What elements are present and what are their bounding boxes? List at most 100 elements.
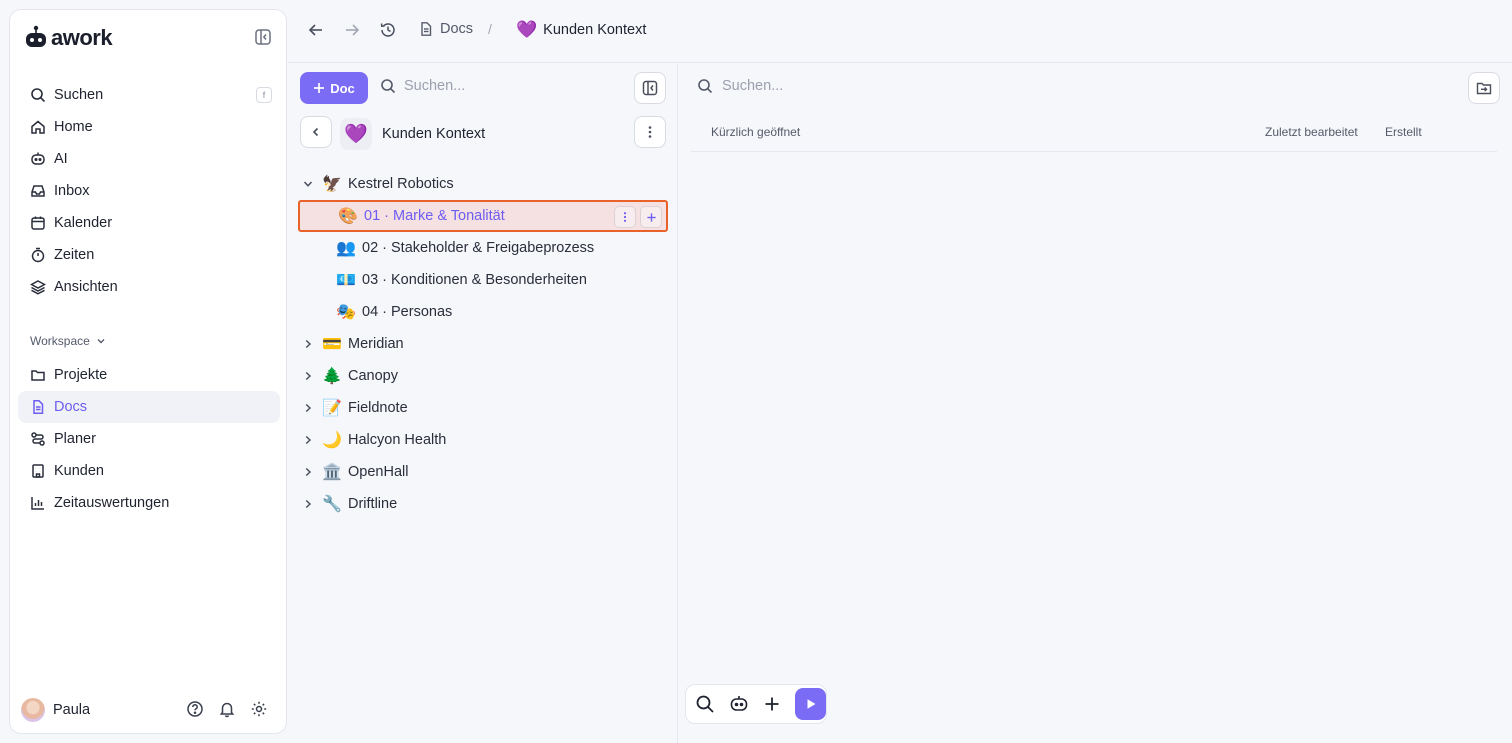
nav-item-suchen[interactable]: Suchen f (18, 79, 280, 111)
item-emoji: 💳 (322, 336, 342, 353)
item-label: Halcyon Health (348, 432, 447, 448)
nav-item-zeitauswertungen[interactable]: Zeitauswertungen (18, 487, 280, 519)
column-edited[interactable]: Zuletzt bearbeitet (1265, 125, 1358, 139)
collapse-sidebar-button[interactable] (254, 28, 274, 48)
chevron-right-icon[interactable] (298, 402, 318, 414)
nav-label: Docs (54, 399, 88, 415)
plus-icon (646, 212, 656, 222)
nav-item-home[interactable]: Home (18, 111, 280, 143)
chevron-down-icon[interactable] (298, 178, 318, 190)
item-label: OpenHall (348, 464, 409, 480)
nav-item-planer[interactable]: Planer (18, 423, 280, 455)
search-icon (698, 79, 713, 94)
nav-label: Inbox (54, 183, 90, 199)
nav-item-zeiten[interactable]: Zeiten (18, 239, 280, 271)
item-label: 02 · Stakeholder & Freigabeprozess (362, 240, 595, 256)
inbox-icon (31, 185, 45, 197)
help-button[interactable] (186, 700, 204, 718)
notifications-button[interactable] (218, 700, 236, 718)
breadcrumb-docs[interactable]: Docs (418, 21, 473, 37)
tree-item-marke-tonalitaet[interactable]: 🎨 01 · Marke & Tonalität (298, 200, 668, 232)
bell-icon (219, 702, 235, 718)
main-search-input[interactable] (722, 78, 922, 94)
row-add-button[interactable] (640, 206, 662, 228)
tree-item-canopy[interactable]: 🌲 Canopy (298, 360, 668, 392)
nav-item-ansichten[interactable]: Ansichten (18, 271, 280, 303)
docs-tree-panel: Doc 💜 Kunden Kontext 🦅 Kestrel Robotics … (288, 64, 678, 743)
breadcrumb-separator: / (488, 21, 492, 37)
arrow-right-icon (346, 24, 360, 36)
settings-button[interactable] (250, 700, 268, 718)
chevron-left-icon (312, 127, 319, 137)
chevron-right-icon[interactable] (298, 370, 318, 382)
history-button[interactable] (379, 21, 397, 39)
column-recent[interactable]: Kürzlich geöffnet (711, 125, 800, 139)
tree-item-halcyon-health[interactable]: 🌙 Halcyon Health (298, 424, 668, 456)
folder-move-icon (1476, 82, 1492, 95)
building-icon (32, 464, 44, 478)
chevron-right-icon[interactable] (298, 338, 318, 350)
item-emoji: 📝 (322, 400, 342, 417)
row-more-button[interactable] (614, 206, 636, 228)
folder-header: 💜 Kunden Kontext (340, 118, 485, 150)
row-actions (614, 206, 662, 228)
chevron-right-icon[interactable] (298, 466, 318, 478)
user-profile[interactable]: Paula (21, 698, 90, 722)
workspace-toggle[interactable]: Workspace (30, 334, 106, 348)
item-emoji: 🏛️ (322, 464, 342, 481)
new-doc-button[interactable]: Doc (300, 72, 368, 104)
forward-button[interactable] (344, 21, 360, 39)
tree-search (380, 78, 604, 94)
timer-start-button[interactable] (795, 688, 826, 720)
item-emoji: 🦅 (322, 176, 342, 193)
tree-item-stakeholder[interactable]: 👥 02 · Stakeholder & Freigabeprozess (298, 232, 668, 264)
home-icon (31, 120, 45, 134)
tree-search-input[interactable] (404, 78, 604, 94)
move-to-folder-button[interactable] (1468, 72, 1500, 104)
nav-item-docs[interactable]: Docs (18, 391, 280, 423)
nav-item-inbox[interactable]: Inbox (18, 175, 280, 207)
chevron-right-icon[interactable] (298, 434, 318, 446)
breadcrumb-kunden-kontext[interactable]: 💜 Kunden Kontext (516, 20, 646, 40)
nav-label: Kalender (54, 215, 113, 231)
nav-label: Planer (54, 431, 96, 447)
main-search (697, 78, 922, 94)
stopwatch-icon (31, 247, 45, 263)
nav-item-kalender[interactable]: Kalender (18, 207, 280, 239)
item-label: Kestrel Robotics (348, 176, 454, 192)
item-emoji: 🌲 (322, 368, 342, 385)
bar-chart-icon (31, 497, 44, 510)
quick-search-button[interactable] (695, 694, 715, 714)
tree-item-kestrel-robotics[interactable]: 🦅 Kestrel Robotics (298, 168, 668, 200)
avatar (21, 698, 45, 722)
top-bar: Docs / 💜 Kunden Kontext (288, 0, 1512, 63)
logo-text: awork (51, 25, 113, 50)
item-label: Meridian (348, 336, 404, 352)
document-icon (421, 22, 432, 36)
quick-actions-bar (685, 684, 827, 724)
quick-add-button[interactable] (763, 695, 781, 713)
plus-icon (314, 83, 325, 93)
tree-item-personas[interactable]: 🎭 04 · Personas (298, 296, 668, 328)
nav-item-kunden[interactable]: Kunden (18, 455, 280, 487)
back-folder-button[interactable] (300, 116, 332, 148)
quick-ai-button[interactable] (729, 694, 749, 714)
tree-item-fieldnote[interactable]: 📝 Fieldnote (298, 392, 668, 424)
tree-item-meridian[interactable]: 💳 Meridian (298, 328, 668, 360)
nav-item-projekte[interactable]: Projekte (18, 359, 280, 391)
back-button[interactable] (308, 21, 324, 39)
item-emoji: 👥 (336, 240, 356, 257)
item-emoji: 🔧 (322, 496, 342, 513)
awork-logo[interactable]: awork (25, 25, 113, 51)
folder-more-button[interactable] (634, 116, 666, 148)
tree-item-driftline[interactable]: 🔧 Driftline (298, 488, 668, 520)
tree-item-openhall[interactable]: 🏛️ OpenHall (298, 456, 668, 488)
nav-label: AI (54, 151, 68, 167)
column-created[interactable]: Erstellt (1385, 125, 1422, 139)
tree-item-konditionen[interactable]: 💶 03 · Konditionen & Besonderheiten (298, 264, 668, 296)
nav-item-ai[interactable]: AI (18, 143, 280, 175)
collapse-tree-button[interactable] (634, 72, 666, 104)
workspace-nav: Projekte Docs Planer Kunden Zeitauswertu… (18, 359, 280, 519)
chevron-right-icon[interactable] (298, 498, 318, 510)
item-label: Canopy (348, 368, 398, 384)
